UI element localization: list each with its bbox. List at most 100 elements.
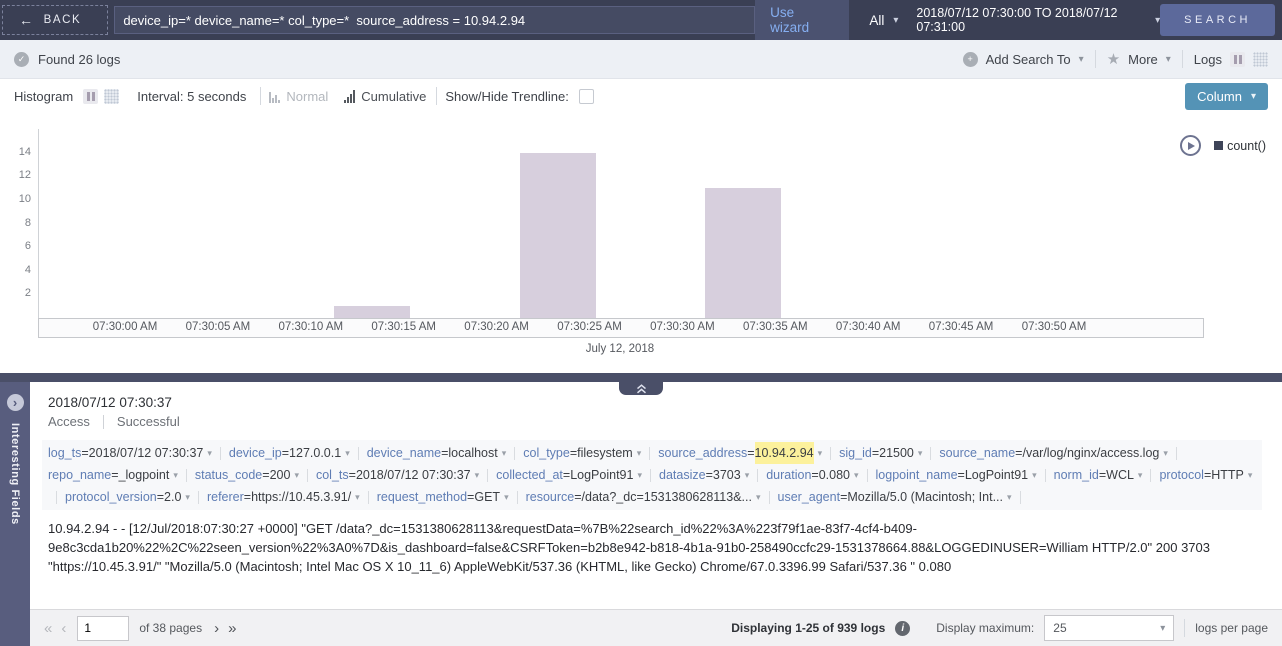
collapse-handle[interactable]	[619, 382, 663, 395]
status-bar: ✓ Found 26 logs + Add Search To ▾ ★ More…	[0, 40, 1282, 79]
log-field-chip[interactable]: protocol=HTTP▾	[1159, 464, 1252, 486]
x-axis-tick-label: 07:30:20 AM	[452, 321, 542, 333]
search-button[interactable]: SEARCH	[1160, 4, 1275, 36]
log-field-chip[interactable]: device_ip=127.0.0.1▾	[229, 442, 350, 464]
prev-page-icon[interactable]: ‹	[61, 621, 66, 636]
trendline-checkbox[interactable]	[579, 89, 594, 104]
x-axis-tick-label: 07:30:15 AM	[359, 321, 449, 333]
log-field-chip[interactable]: repo_name=_logpoint▾	[48, 464, 178, 486]
play-icon[interactable]	[1180, 135, 1201, 156]
chevron-down-icon: ▾	[502, 442, 507, 464]
field-name: referer	[207, 486, 244, 508]
equals-sign: =	[872, 442, 879, 464]
equals-sign: =	[81, 442, 88, 464]
display-maximum-select[interactable]: 25 ▾	[1044, 615, 1174, 641]
more-dropdown[interactable]: ★ More ▾	[1107, 52, 1171, 67]
display-maximum-value: 25	[1053, 621, 1066, 635]
scope-label: All	[869, 13, 884, 28]
field-name: log_ts	[48, 442, 81, 464]
y-axis-tick-label: 14	[0, 146, 31, 158]
field-name: sig_id	[839, 442, 872, 464]
log-field-chip[interactable]: user_agent=Mozilla/5.0 (Macintosh; Int..…	[778, 486, 1012, 508]
log-field-chip[interactable]: protocol_version=2.0▾	[65, 486, 190, 508]
divider	[56, 491, 57, 504]
field-value: GET	[474, 486, 500, 508]
last-page-icon[interactable]: »	[228, 621, 236, 636]
divider	[650, 469, 651, 482]
histogram-bar[interactable]	[705, 188, 781, 318]
log-field-chip[interactable]: col_type=filesystem▾	[523, 442, 641, 464]
back-button[interactable]: ← BACK	[2, 5, 108, 35]
grid-view-icon[interactable]	[1253, 52, 1268, 67]
first-page-icon[interactable]: «	[44, 621, 52, 636]
column-view-icon[interactable]	[83, 89, 98, 104]
equals-sign: =	[958, 464, 965, 486]
log-field-chip[interactable]: col_ts=2018/07/12 07:30:37▾	[316, 464, 479, 486]
normal-mode-button[interactable]: Normal	[269, 89, 328, 104]
display-maximum-label: Display maximum:	[936, 621, 1034, 635]
log-field-chip[interactable]: resource=/data?_dc=1531380628113&...▾	[526, 486, 761, 508]
log-field-chip[interactable]: source_name=/var/log/nginx/access.log▾	[939, 442, 1167, 464]
x-axis-tick-label: 07:30:40 AM	[823, 321, 913, 333]
log-field-chip[interactable]: source_address=10.94.2.94▾	[658, 442, 822, 464]
log-field-chip[interactable]: logpoint_name=LogPoint91▾	[876, 464, 1037, 486]
field-name: device_name	[367, 442, 441, 464]
log-field-chip[interactable]: collected_at=LogPoint91▾	[496, 464, 642, 486]
log-field-chip[interactable]: device_name=localhost▾	[367, 442, 507, 464]
divider	[487, 469, 488, 482]
log-field-chip[interactable]: referer=https://10.45.3.91/▾	[207, 486, 360, 508]
histogram-bar[interactable]	[334, 306, 410, 318]
interesting-fields-sidebar[interactable]: › Interesting Fields	[0, 382, 30, 646]
x-axis-tick-label: 07:30:50 AM	[1009, 321, 1099, 333]
chart-type-dropdown[interactable]: Column ▾	[1185, 83, 1268, 110]
equals-sign: =	[1015, 442, 1022, 464]
chevron-down-icon: ▾	[294, 464, 299, 486]
x-axis-tick-label: 07:30:05 AM	[173, 321, 263, 333]
equals-sign: =	[706, 464, 713, 486]
field-value: https://10.45.3.91/	[251, 486, 351, 508]
log-field-chip[interactable]: status_code=200▾	[195, 464, 299, 486]
use-wizard-link[interactable]: Use wizard	[755, 0, 849, 40]
search-query-input[interactable]	[114, 6, 755, 34]
info-icon[interactable]: i	[895, 621, 910, 636]
log-field-chip[interactable]: request_method=GET▾	[377, 486, 509, 508]
check-circle-icon: ✓	[14, 52, 29, 67]
log-field-chip[interactable]: sig_id=21500▾	[839, 442, 922, 464]
log-field-chip[interactable]: log_ts=2018/07/12 07:30:37▾	[48, 442, 212, 464]
field-value: _logpoint	[119, 464, 170, 486]
equals-sign: =	[157, 486, 164, 508]
log-field-chip[interactable]: norm_id=WCL▾	[1054, 464, 1143, 486]
field-value: filesystem	[577, 442, 633, 464]
chevron-down-icon: ▾	[893, 15, 898, 26]
divider	[930, 447, 931, 460]
divider	[436, 87, 437, 105]
expand-sidebar-icon[interactable]: ›	[7, 394, 24, 411]
chevron-down-icon: ▾	[1166, 54, 1171, 65]
page-number-input[interactable]	[77, 616, 129, 641]
log-field-chip[interactable]: duration=0.080▾	[766, 464, 858, 486]
column-view-icon[interactable]	[1230, 52, 1245, 67]
equals-sign: =	[563, 464, 570, 486]
logs-per-page-label: logs per page	[1195, 621, 1268, 635]
pages-count-label: of 38 pages	[139, 621, 202, 635]
repo-scope-dropdown[interactable]: All ▾	[869, 13, 898, 28]
y-axis-tick-label: 12	[0, 169, 31, 181]
field-name: col_ts	[316, 464, 349, 486]
normal-chart-icon	[269, 90, 280, 103]
time-range-dropdown[interactable]: 2018/07/12 07:30:00 TO 2018/07/12 07:31:…	[916, 6, 1160, 34]
equals-sign: =	[262, 464, 269, 486]
histogram-bar[interactable]	[520, 153, 596, 318]
chart-plot-area: 246810121407:30:00 AM07:30:05 AM07:30:10…	[0, 113, 1282, 359]
grid-view-icon[interactable]	[104, 89, 119, 104]
add-search-to-dropdown[interactable]: + Add Search To ▾	[963, 52, 1084, 67]
chevron-down-icon: ▾	[345, 442, 350, 464]
cumulative-mode-button[interactable]: Cumulative	[344, 89, 426, 104]
divider	[1184, 619, 1185, 637]
equals-sign: =	[349, 464, 356, 486]
divider	[198, 491, 199, 504]
next-page-icon[interactable]: ›	[214, 621, 219, 636]
field-value: WCL	[1106, 464, 1134, 486]
back-arrow-icon: ←	[19, 15, 35, 25]
log-field-chip[interactable]: datasize=3703▾	[659, 464, 749, 486]
divider	[1176, 447, 1177, 460]
